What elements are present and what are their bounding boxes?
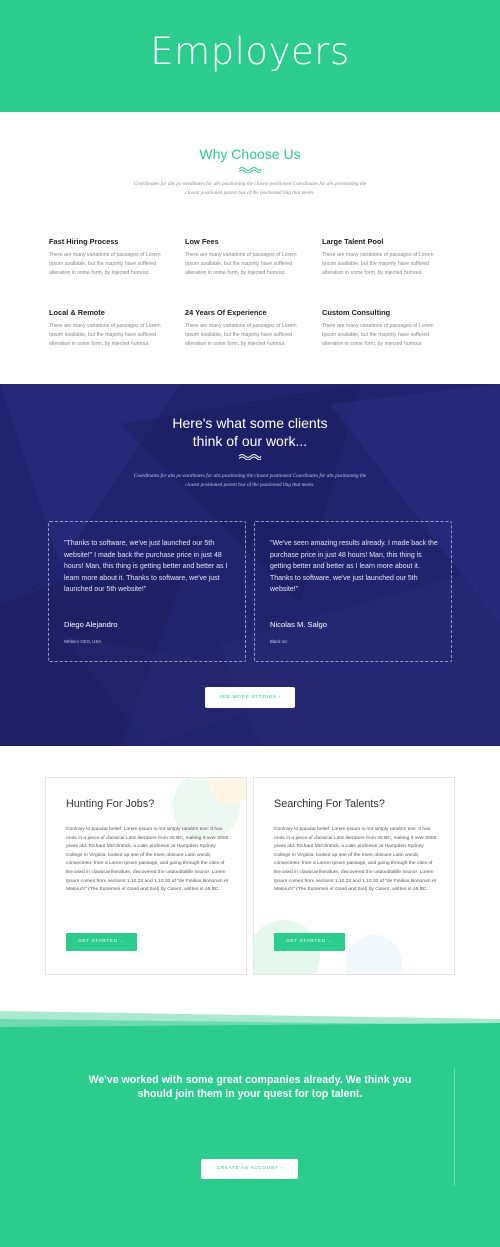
page-title: Employers [150, 30, 350, 73]
feature-item: Large Talent Pool There are many variati… [322, 237, 442, 278]
feature-title: Large Talent Pool [322, 237, 384, 246]
cta-section: We've worked with some great companies a… [0, 1011, 500, 1247]
card-text: Contrary to popular belief, Lorem Ipsum … [274, 827, 437, 893]
feature-title: 24 Years Of Experience [185, 308, 267, 317]
feature-title: Low Fees [185, 237, 219, 246]
create-account-button[interactable]: CREATE AN ACCOUNT › [201, 1159, 298, 1179]
feature-title: Fast Hiring Process [49, 237, 119, 246]
get-started-button[interactable]: GET STARTED → [274, 933, 345, 951]
testimonial-role: Whitero CEO, USA [64, 639, 102, 644]
feature-item: 24 Years Of Experience There are many va… [185, 308, 305, 349]
testimonial-quote: "We've seen amazing results already. I m… [270, 540, 438, 593]
section-intro: Coordinates for abs po oordinates for ab… [133, 181, 367, 196]
feature-text: There are many variations of passages of… [49, 323, 161, 347]
section-title: Why Choose Us [199, 146, 301, 162]
card-title: Hunting For Jobs? [66, 798, 155, 810]
feature-title: Custom Consulting [322, 308, 391, 317]
wave-divider-icon [238, 167, 262, 173]
feature-text: There are many variations of passages of… [322, 323, 434, 347]
card-title: Searching For Talents? [274, 798, 385, 810]
card-text: Contrary to popular belief, Lorem Ipsum … [66, 827, 229, 893]
feature-item: Custom Consulting There are many variati… [322, 308, 442, 349]
see-more-stories-button[interactable]: SEE MORE STORIES › [205, 687, 295, 708]
feature-text: There are many variations of passages of… [322, 252, 434, 276]
audience-cards-section: Hunting For Jobs? Contrary to popular be… [0, 746, 500, 1011]
divider-line [454, 1068, 455, 1186]
section-title: Here's what some clients think of our wo… [0, 414, 500, 450]
feature-text: There are many variations of passages of… [185, 252, 297, 276]
testimonials-section: Here's what some clients think of our wo… [0, 384, 500, 746]
feature-item: Fast Hiring Process There are many varia… [49, 237, 169, 278]
title-line-1: Here's what some clients [172, 415, 328, 431]
searching-talents-card: Searching For Talents? Contrary to popul… [253, 777, 455, 975]
hunting-jobs-card: Hunting For Jobs? Contrary to popular be… [45, 777, 247, 975]
testimonial-author: Diego Alejandro [64, 620, 118, 629]
hero-banner: Employers [0, 0, 500, 112]
testimonial-role: Black inc [270, 639, 288, 644]
feature-item: Low Fees There are many variations of pa… [185, 237, 305, 278]
feature-text: There are many variations of passages of… [185, 323, 297, 347]
cta-message: We've worked with some great companies a… [88, 1074, 412, 1100]
testimonial-card: "We've seen amazing results already. I m… [254, 521, 452, 662]
feature-text: There are many variations of passages of… [49, 252, 161, 276]
wave-divider-icon [238, 454, 262, 460]
testimonial-quote: "Thanks to software, we've just launched… [64, 540, 228, 593]
feature-item: Local & Remote There are many variations… [49, 308, 169, 349]
section-intro: Coordinates for abs po oordinates for ab… [133, 473, 367, 488]
title-line-2: think of our work... [192, 433, 308, 449]
feature-title: Local & Remote [49, 308, 105, 317]
testimonial-author: Nicolas M. Salgo [270, 620, 327, 629]
testimonial-card: "Thanks to software, we've just launched… [48, 521, 246, 662]
get-started-button[interactable]: GET STARTED → [66, 933, 137, 951]
angled-stripes-background [0, 1011, 500, 1247]
why-choose-us-section: Why Choose Us Coordinates for abs po oor… [0, 112, 500, 384]
